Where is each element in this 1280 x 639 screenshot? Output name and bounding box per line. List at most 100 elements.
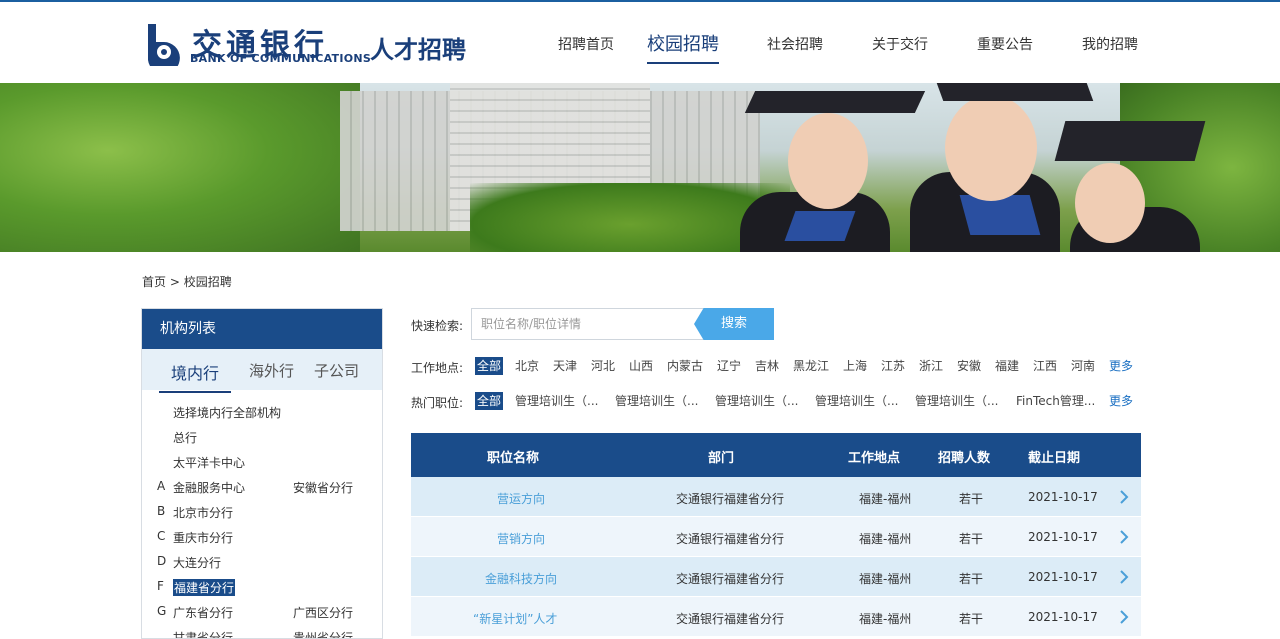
location-chip[interactable]: 安徽 xyxy=(955,357,983,375)
position-chip[interactable]: 管理培训生（... xyxy=(713,392,800,410)
chevron-right-icon[interactable] xyxy=(1117,528,1131,546)
org-item[interactable]: 重庆市分行 xyxy=(173,529,233,546)
org-row: C 重庆市分行 xyxy=(142,525,382,550)
org-item[interactable]: 广西区分行 xyxy=(293,604,353,621)
nav-about[interactable]: 关于交行 xyxy=(872,34,928,54)
location-chip[interactable]: 北京 xyxy=(513,357,541,375)
position-chip[interactable]: 管理培训生（... xyxy=(913,392,1000,410)
org-row: D 大连分行 xyxy=(142,550,382,575)
job-location: 福建-福州 xyxy=(859,612,912,626)
location-chip[interactable]: 河北 xyxy=(589,357,617,375)
logo-subtitle: 人才招聘 xyxy=(370,36,466,64)
location-chip[interactable]: 天津 xyxy=(551,357,579,375)
org-letter: G xyxy=(157,604,167,618)
org-letter: A xyxy=(157,479,166,493)
org-letter: D xyxy=(157,554,167,568)
org-item[interactable]: 安徽省分行 xyxy=(293,479,353,496)
location-chip[interactable]: 辽宁 xyxy=(715,357,743,375)
table-row[interactable]: 金融科技方向 交通银行福建省分行 福建-福州 若干 2021-10-17 xyxy=(411,557,1141,597)
org-row: 甘肃省分行 贵州省分行 xyxy=(142,625,382,638)
header-location: 工作地点 xyxy=(848,451,901,466)
tab-subsidiaries[interactable]: 子公司 xyxy=(314,360,359,381)
nav-home[interactable]: 招聘首页 xyxy=(558,34,614,54)
location-chip[interactable]: 上海 xyxy=(841,357,869,375)
org-letter: F xyxy=(157,579,164,593)
header-deadline: 截止日期 xyxy=(1028,451,1081,466)
org-item[interactable]: 大连分行 xyxy=(173,554,221,571)
position-chip-all[interactable]: 全部 xyxy=(475,392,504,410)
job-location: 福建-福州 xyxy=(859,492,912,506)
org-item[interactable]: 选择境内行全部机构 xyxy=(173,404,281,421)
table-row[interactable]: 营销方向 交通银行福建省分行 福建-福州 若干 2021-10-17 xyxy=(411,517,1141,557)
position-chip[interactable]: 管理培训生（... xyxy=(513,392,600,410)
position-filter-label: 热门职位: xyxy=(411,396,464,410)
position-chip[interactable]: 管理培训生（... xyxy=(613,392,700,410)
org-item[interactable]: 总行 xyxy=(173,429,197,446)
org-sidebar: 机构列表 境内行 海外行 子公司 选择境内行全部机构 总行 太平洋卡中心 A 金… xyxy=(141,308,383,639)
header-count: 招聘人数 xyxy=(938,451,991,466)
location-chip[interactable]: 吉林 xyxy=(753,357,781,375)
table-row[interactable]: “新星计划”人才 交通银行福建省分行 福建-福州 若干 2021-10-17 xyxy=(411,597,1141,637)
position-chip[interactable]: FinTech管理... xyxy=(1014,392,1097,410)
breadcrumb-current: 校园招聘 xyxy=(183,275,232,289)
job-dept: 交通银行福建省分行 xyxy=(676,492,785,506)
job-count: 若干 xyxy=(959,492,984,506)
position-more-link[interactable]: 更多 xyxy=(1109,392,1133,409)
position-chip[interactable]: 管理培训生（... xyxy=(813,392,900,410)
chevron-right-icon[interactable] xyxy=(1117,608,1131,626)
org-item[interactable]: 北京市分行 xyxy=(173,504,233,521)
search-button[interactable]: 搜索 xyxy=(694,308,774,340)
sidebar-title: 机构列表 xyxy=(142,309,382,349)
tab-overseas[interactable]: 海外行 xyxy=(249,360,294,381)
location-chip[interactable]: 黑龙江 xyxy=(791,357,831,375)
job-deadline: 2021-10-17 xyxy=(1028,530,1098,544)
org-item[interactable]: 太平洋卡中心 xyxy=(173,454,245,471)
job-dept: 交通银行福建省分行 xyxy=(676,532,785,546)
hero-banner xyxy=(0,83,1280,252)
location-chip[interactable]: 江苏 xyxy=(879,357,907,375)
logo[interactable]: 交通银行 BANK OF COMMUNICATIONS 人才招聘 xyxy=(142,18,466,68)
org-row: 选择境内行全部机构 xyxy=(142,400,382,425)
job-count: 若干 xyxy=(959,572,984,586)
table-row[interactable]: 营运方向 交通银行福建省分行 福建-福州 若干 2021-10-17 xyxy=(411,477,1141,517)
job-title-link[interactable]: 金融科技方向 xyxy=(485,570,557,587)
location-more-link[interactable]: 更多 xyxy=(1109,357,1133,374)
org-row: B 北京市分行 xyxy=(142,500,382,525)
job-deadline: 2021-10-17 xyxy=(1028,490,1098,504)
table-header: 职位名称 部门 工作地点 招聘人数 截止日期 xyxy=(411,433,1141,477)
nav-my-recruitment[interactable]: 我的招聘 xyxy=(1082,34,1138,54)
breadcrumb: 首页 > 校园招聘 xyxy=(142,273,232,290)
chevron-right-icon[interactable] xyxy=(1117,568,1131,586)
org-item[interactable]: 贵州省分行 xyxy=(293,629,353,638)
location-chip[interactable]: 福建 xyxy=(993,357,1021,375)
location-chip-all[interactable]: 全部 xyxy=(475,357,504,375)
job-location: 福建-福州 xyxy=(859,532,912,546)
org-letter: B xyxy=(157,504,166,518)
sidebar-tabs: 境内行 海外行 子公司 xyxy=(142,349,382,393)
location-chip[interactable]: 浙江 xyxy=(917,357,945,375)
nav-campus[interactable]: 校园招聘 xyxy=(647,30,719,64)
org-item-selected[interactable]: 福建省分行 xyxy=(173,579,236,596)
job-title-link[interactable]: 营销方向 xyxy=(497,530,545,547)
location-chip[interactable]: 内蒙古 xyxy=(665,357,705,375)
site-header: 交通银行 BANK OF COMMUNICATIONS 人才招聘 招聘首页 校园… xyxy=(0,2,1280,83)
job-location: 福建-福州 xyxy=(859,572,912,586)
org-item[interactable]: 甘肃省分行 xyxy=(173,629,233,638)
chevron-right-icon[interactable] xyxy=(1117,488,1131,506)
location-chip[interactable]: 江西 xyxy=(1031,357,1059,375)
location-chip[interactable]: 山西 xyxy=(627,357,655,375)
org-item[interactable]: 广东省分行 xyxy=(173,604,233,621)
logo-english-name: BANK OF COMMUNICATIONS xyxy=(190,52,372,65)
location-chip[interactable]: 河南 xyxy=(1069,357,1097,375)
location-filter-label: 工作地点: xyxy=(411,361,464,375)
job-title-link[interactable]: 营运方向 xyxy=(497,490,545,507)
org-item[interactable]: 金融服务中心 xyxy=(173,479,245,496)
search-label: 快速检索: xyxy=(411,319,464,333)
banner-graduates-image xyxy=(740,83,1260,252)
job-title-link[interactable]: “新星计划”人才 xyxy=(473,610,557,627)
nav-announcements[interactable]: 重要公告 xyxy=(977,34,1033,54)
tab-domestic[interactable]: 境内行 xyxy=(158,360,232,393)
search-input[interactable] xyxy=(471,308,711,340)
nav-social[interactable]: 社会招聘 xyxy=(767,34,823,54)
breadcrumb-home[interactable]: 首页 xyxy=(142,275,166,289)
